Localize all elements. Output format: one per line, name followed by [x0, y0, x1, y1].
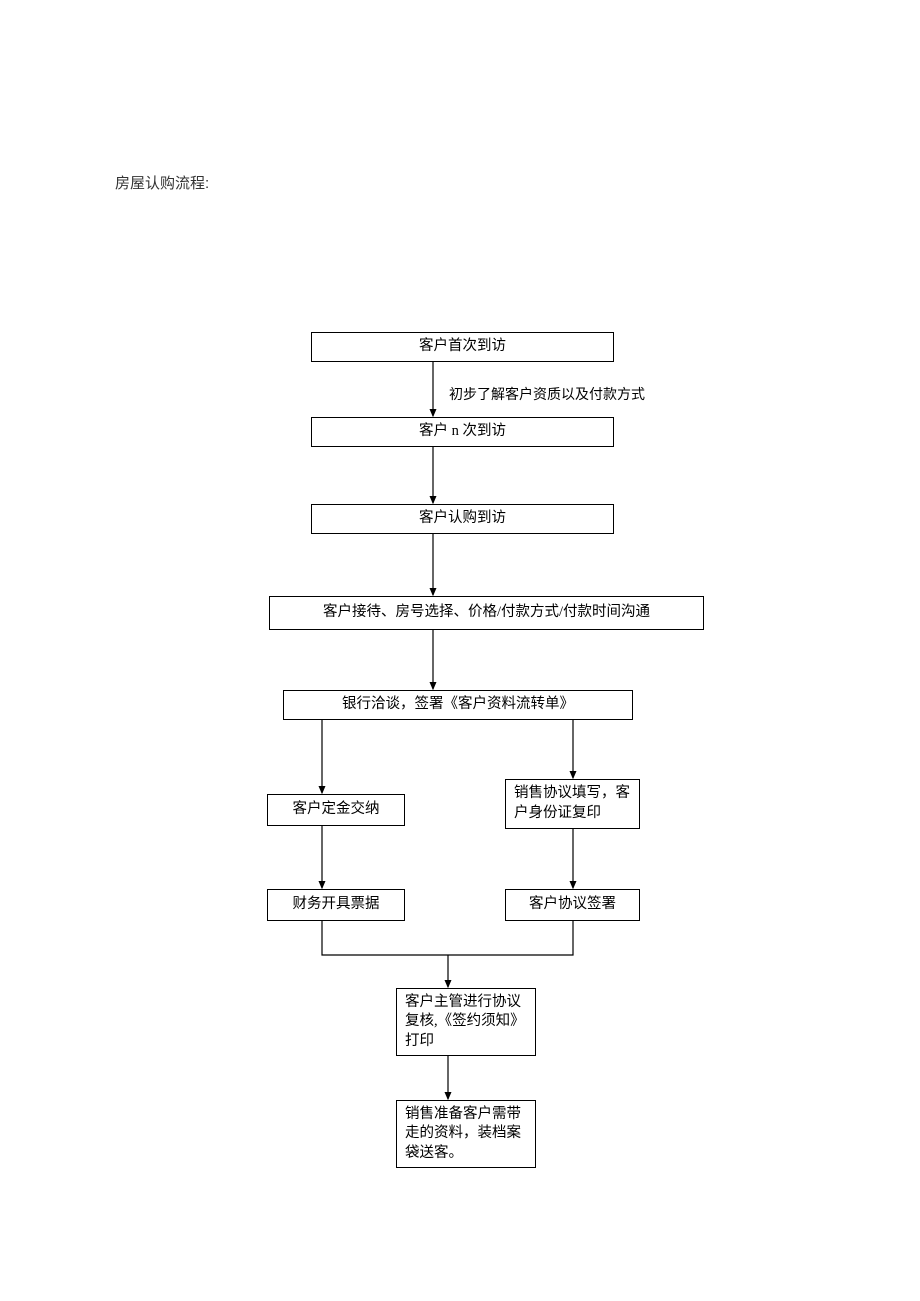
node-agreement-sign: 客户协议签署 — [505, 889, 640, 921]
node-first-visit: 客户首次到访 — [311, 332, 614, 362]
annotation-initial-understanding: 初步了解客户资质以及付款方式 — [449, 384, 645, 404]
node-deposit: 客户定金交纳 — [267, 794, 405, 826]
node-finance-receipt: 财务开具票据 — [267, 889, 405, 921]
node-subscribe-visit: 客户认购到访 — [311, 504, 614, 534]
node-reception-negotiation: 客户接待、房号选择、价格/付款方式/付款时间沟通 — [269, 596, 704, 630]
diagram-title: 房屋认购流程: — [115, 172, 209, 193]
node-supervisor-review: 客户主管进行协议复核,《签约须知》打印 — [396, 988, 536, 1056]
node-n-visit: 客户 n 次到访 — [311, 417, 614, 447]
node-agreement-fill: 销售协议填写，客户身份证复印 — [505, 779, 640, 829]
node-bank-sign: 银行洽谈，签署《客户资料流转单》 — [283, 690, 633, 720]
node-prepare-materials: 销售准备客户需带走的资料，装档案袋送客。 — [396, 1100, 536, 1168]
